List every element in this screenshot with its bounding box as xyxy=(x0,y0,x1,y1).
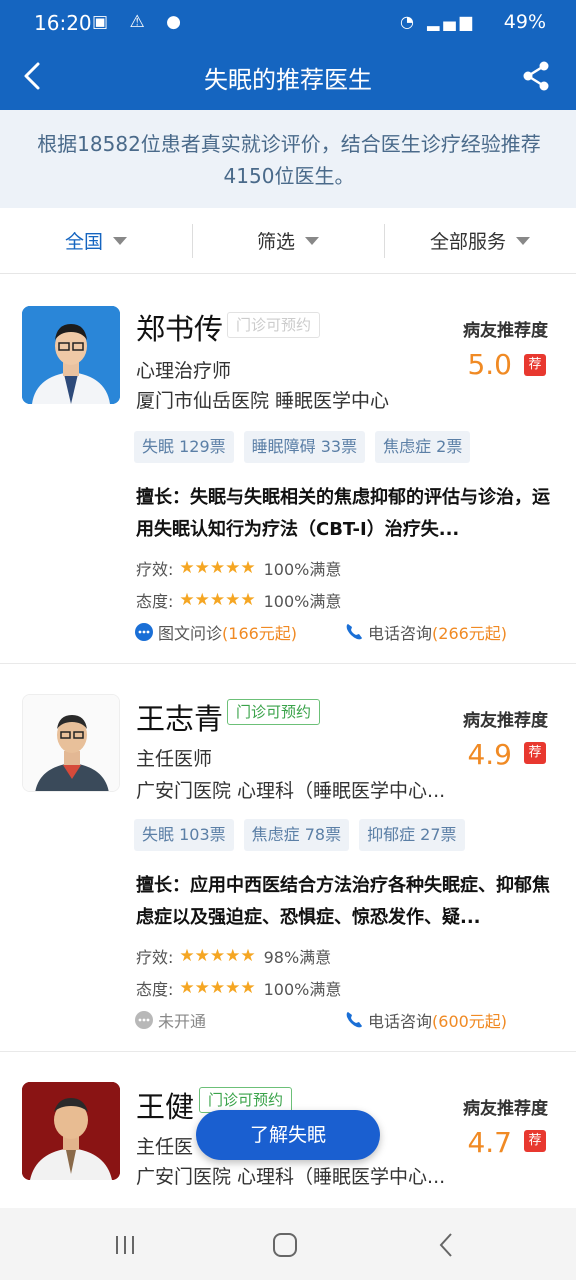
chat-bubble-icon xyxy=(135,1011,153,1029)
app-header: 失眠的推荐医生 xyxy=(0,44,576,110)
doctor-title: 主任医 xyxy=(136,1136,194,1158)
filter-services[interactable]: 全部服务 xyxy=(384,208,576,273)
doctor-title: 心理治疗师 xyxy=(136,360,232,382)
home-icon[interactable] xyxy=(270,1230,300,1260)
efficacy-label: 疗效: xyxy=(136,948,174,967)
efficacy-rating: 疗效: ★★★★★ 100%满意 xyxy=(136,556,341,580)
back-nav-icon[interactable] xyxy=(432,1230,462,1260)
phone-consult-button[interactable]: 电话咨询 (266元起) xyxy=(344,620,507,644)
filter-region-label: 全国 xyxy=(64,231,103,253)
filter-bar: 全国 筛选 全部服务 xyxy=(0,208,576,274)
notification-icons: ▣ ⚠ ● xyxy=(92,12,189,32)
recommend-score: 4.7 xyxy=(467,1126,512,1159)
disease-tags: 失眠 103票 焦虑症 78票 抑郁症 27票 xyxy=(134,819,465,851)
recommend-score: 5.0 xyxy=(467,348,512,381)
doctor-title: 主任医师 xyxy=(136,748,213,770)
dropdown-caret-icon xyxy=(305,236,319,245)
battery-level: 49% xyxy=(503,11,546,33)
dropdown-caret-icon xyxy=(516,236,530,245)
phone-icon xyxy=(346,624,362,640)
recommend-score: 4.9 xyxy=(467,738,512,771)
doctor-hospital: 广安门医院 心理科（睡眠医学中心... xyxy=(136,780,446,802)
attitude-label: 态度: xyxy=(136,592,174,611)
star-rating-icon: ★★★★★ xyxy=(179,946,256,966)
status-time: 16:20 xyxy=(34,11,92,35)
attitude-rating: 态度: ★★★★★ 100%满意 xyxy=(136,588,341,612)
text-consult-button[interactable]: 图文问诊 (166元起) xyxy=(134,620,297,644)
appointment-badge: 门诊可预约 xyxy=(227,699,321,725)
recommend-tag: 荐 xyxy=(524,1130,546,1152)
status-bar: 16:20 ▣ ⚠ ● ◔ ▂▄▆ 49% xyxy=(0,0,576,44)
chat-bubble-icon xyxy=(135,623,153,641)
doctor-name: 王志青 xyxy=(136,702,224,736)
recommend-label: 病友推荐度 xyxy=(463,711,548,731)
disease-tag[interactable]: 失眠 129票 xyxy=(134,431,234,463)
doctor-name: 王健 xyxy=(136,1090,195,1124)
efficacy-value: 100%满意 xyxy=(263,560,342,579)
disease-tags: 失眠 129票 睡眠障碍 33票 焦虑症 2票 xyxy=(134,431,471,463)
doctor-specialty: 擅长：失眠与失眠相关的焦虑抑郁的评估与诊治，运用失眠认知行为疗法（CBT-I）治… xyxy=(136,487,550,540)
phone-consult-price: (600元起) xyxy=(432,1012,508,1031)
recommend-label: 病友推荐度 xyxy=(463,1099,548,1119)
doctor-hospital: 厦门市仙岳医院 睡眠医学中心 xyxy=(136,390,390,412)
wifi-signal-icon: ◔ ▂▄▆ xyxy=(400,12,476,31)
recommend-label: 病友推荐度 xyxy=(463,321,548,341)
dropdown-caret-icon xyxy=(113,236,127,245)
doctor-avatar xyxy=(22,694,120,792)
doctor-avatar xyxy=(22,306,120,404)
doctor-name: 郑书传 xyxy=(136,312,224,346)
attitude-value: 100%满意 xyxy=(263,980,342,999)
phone-consult-label: 电话咨询 xyxy=(368,624,433,643)
disease-tag[interactable]: 失眠 103票 xyxy=(134,819,234,851)
recent-apps-icon[interactable] xyxy=(110,1230,140,1260)
filter-region[interactable]: 全国 xyxy=(0,208,192,273)
recommend-tag: 荐 xyxy=(524,354,546,376)
recommendation-summary: 根据18582位患者真实就诊评价，结合医生诊疗经验推荐4150位医生。 xyxy=(0,110,576,208)
text-consult-label: 图文问诊 xyxy=(158,624,223,643)
doctor-specialty: 擅长：应用中西医结合方法治疗各种失眠症、抑郁焦虑症以及强迫症、恐惧症、惊恐发作、… xyxy=(136,875,550,928)
service-row: 图文问诊 (166元起) 电话咨询 (266元起) xyxy=(134,620,534,650)
doctor-avatar xyxy=(22,1082,120,1180)
doctor-card[interactable]: 王志青 门诊可预约 病友推荐度 4.9 荐 主任医师 广安门医院 心理科（睡眠医… xyxy=(0,664,576,1052)
filter-services-label: 全部服务 xyxy=(429,231,506,253)
doctor-card[interactable]: 郑书传 门诊可预约 病友推荐度 5.0 荐 心理治疗师 厦门市仙岳医院 睡眠医学… xyxy=(0,274,576,664)
star-rating-icon: ★★★★★ xyxy=(179,978,256,998)
recommend-tag: 荐 xyxy=(524,742,546,764)
text-consult-label: 未开通 xyxy=(158,1012,207,1031)
learn-insomnia-button[interactable]: 了解失眠 xyxy=(196,1110,380,1160)
phone-consult-button[interactable]: 电话咨询 (600元起) xyxy=(344,1008,507,1032)
phone-consult-label: 电话咨询 xyxy=(368,1012,433,1031)
efficacy-value: 98%满意 xyxy=(263,948,332,967)
disease-tag[interactable]: 抑郁症 27票 xyxy=(359,819,465,851)
efficacy-label: 疗效: xyxy=(136,560,174,579)
attitude-value: 100%满意 xyxy=(263,592,342,611)
star-rating-icon: ★★★★★ xyxy=(179,590,256,610)
service-row: 未开通 电话咨询 (600元起) xyxy=(134,1008,534,1038)
phone-icon xyxy=(346,1012,362,1028)
doctor-hospital: 广安门医院 心理科（睡眠医学中心... xyxy=(136,1166,446,1188)
filter-screen[interactable]: 筛选 xyxy=(192,208,384,273)
appointment-badge: 门诊可预约 xyxy=(227,312,321,338)
disease-tag[interactable]: 睡眠障碍 33票 xyxy=(243,431,366,463)
text-consult-unavailable: 未开通 xyxy=(134,1008,206,1032)
text-consult-price: (166元起) xyxy=(222,624,298,643)
phone-consult-price: (266元起) xyxy=(432,624,508,643)
filter-screen-label: 筛选 xyxy=(256,231,295,253)
star-rating-icon: ★★★★★ xyxy=(179,558,256,578)
efficacy-rating: 疗效: ★★★★★ 98%满意 xyxy=(136,944,331,968)
disease-tag[interactable]: 焦虑症 78票 xyxy=(243,819,350,851)
page-title: 失眠的推荐医生 xyxy=(204,66,372,94)
system-nav-bar xyxy=(0,1208,576,1280)
disease-tag[interactable]: 焦虑症 2票 xyxy=(375,431,471,463)
share-icon[interactable] xyxy=(518,58,554,94)
attitude-rating: 态度: ★★★★★ 100%满意 xyxy=(136,976,341,1000)
attitude-label: 态度: xyxy=(136,980,174,999)
